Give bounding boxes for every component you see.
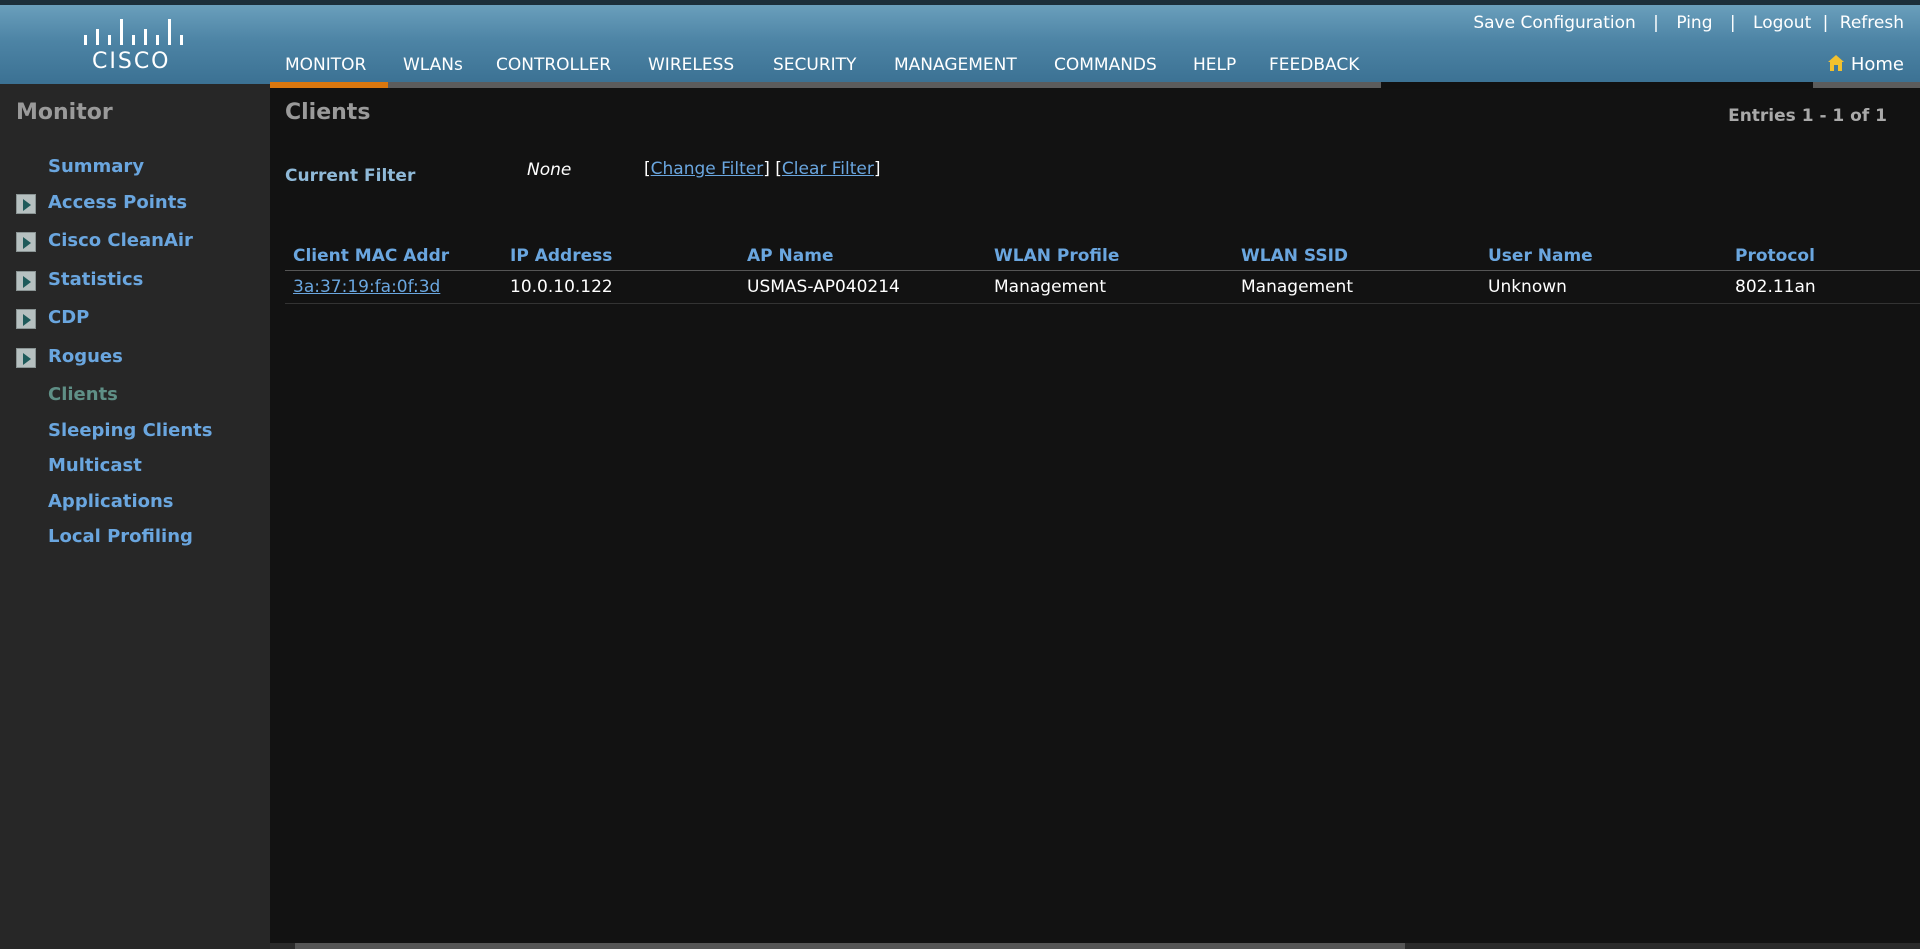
sidebar-item-multicast[interactable]: Multicast	[48, 455, 142, 476]
page-title: Clients	[285, 100, 371, 125]
entries-count: Entries 1 - 1 of 1	[1728, 106, 1887, 126]
column-header[interactable]: Client MAC Addr	[285, 240, 502, 271]
logout-link[interactable]: Logout	[1753, 13, 1811, 33]
client-ip-cell: 10.0.10.122	[502, 270, 739, 304]
expand-arrow-icon[interactable]	[16, 232, 36, 252]
logo-text: CISCO	[92, 49, 171, 74]
clients-table: Client MAC Addr IP Address AP Name WLAN …	[285, 240, 1920, 304]
filter-links: [Change Filter] [Clear Filter]	[644, 159, 881, 179]
refresh-link[interactable]: Refresh	[1840, 13, 1904, 33]
column-header[interactable]: User Name	[1480, 240, 1727, 271]
client-mac-link[interactable]: 3a:37:19:fa:0f:3d	[285, 270, 502, 304]
expand-arrow-icon[interactable]	[16, 309, 36, 329]
sidebar-item-cdp[interactable]: CDP	[48, 307, 89, 328]
column-header[interactable]: AP Name	[739, 240, 986, 271]
client-ap-name-cell: USMAS-AP040214	[739, 270, 986, 304]
clear-filter-link[interactable]: Clear Filter	[782, 159, 874, 179]
expand-arrow-icon[interactable]	[16, 271, 36, 291]
ping-link[interactable]: Ping	[1676, 13, 1712, 33]
sidebar-title: Monitor	[16, 100, 113, 125]
sidebar-item-cisco-cleanair[interactable]: Cisco CleanAir	[48, 230, 193, 251]
home-icon	[1827, 55, 1844, 71]
sidebar-item-local-profiling[interactable]: Local Profiling	[48, 526, 193, 547]
scrollbar-thumb[interactable]	[295, 943, 1405, 949]
current-filter-value: None	[527, 160, 572, 180]
save-configuration-link[interactable]: Save Configuration	[1473, 13, 1635, 33]
table-header-row: Client MAC Addr IP Address AP Name WLAN …	[285, 240, 1920, 271]
current-filter-label: Current Filter	[285, 166, 416, 186]
client-user-name-cell: Unknown	[1480, 270, 1727, 304]
horizontal-scrollbar[interactable]	[270, 943, 1920, 949]
separator: |	[1729, 13, 1736, 33]
main-content: Clients Entries 1 - 1 of 1 Current Filte…	[270, 84, 1920, 949]
expand-arrow-icon[interactable]	[16, 348, 36, 368]
sidebar-item-statistics[interactable]: Statistics	[48, 269, 143, 290]
sidebar: Monitor Summary Access Points Cisco Clea…	[0, 84, 270, 949]
top-links: Save Configuration | Ping | Logout | Ref…	[1473, 13, 1904, 33]
client-wlan-profile-cell: Management	[986, 270, 1233, 304]
home-link[interactable]: Home	[1827, 54, 1904, 75]
change-filter-link[interactable]: Change Filter	[651, 159, 764, 179]
column-header[interactable]: IP Address	[502, 240, 739, 271]
sidebar-item-applications[interactable]: Applications	[48, 491, 174, 512]
expand-arrow-icon[interactable]	[16, 194, 36, 214]
column-header[interactable]: Protocol	[1727, 240, 1920, 271]
column-header[interactable]: WLAN Profile	[986, 240, 1233, 271]
sidebar-item-sleeping-clients[interactable]: Sleeping Clients	[48, 420, 212, 441]
sidebar-item-access-points[interactable]: Access Points	[48, 192, 187, 213]
column-header[interactable]: WLAN SSID	[1233, 240, 1480, 271]
client-protocol-cell: 802.11an	[1727, 270, 1920, 304]
separator: |	[1822, 13, 1829, 33]
table-row: 3a:37:19:fa:0f:3d 10.0.10.122 USMAS-AP04…	[285, 270, 1920, 304]
sidebar-item-summary[interactable]: Summary	[48, 156, 144, 177]
sidebar-item-rogues[interactable]: Rogues	[48, 346, 123, 367]
client-wlan-ssid-cell: Management	[1233, 270, 1480, 304]
sidebar-item-clients[interactable]: Clients	[48, 384, 118, 405]
separator: |	[1653, 13, 1659, 33]
top-header: CISCO Save Configuration | Ping | Logout…	[0, 0, 1920, 89]
home-label: Home	[1850, 54, 1904, 75]
